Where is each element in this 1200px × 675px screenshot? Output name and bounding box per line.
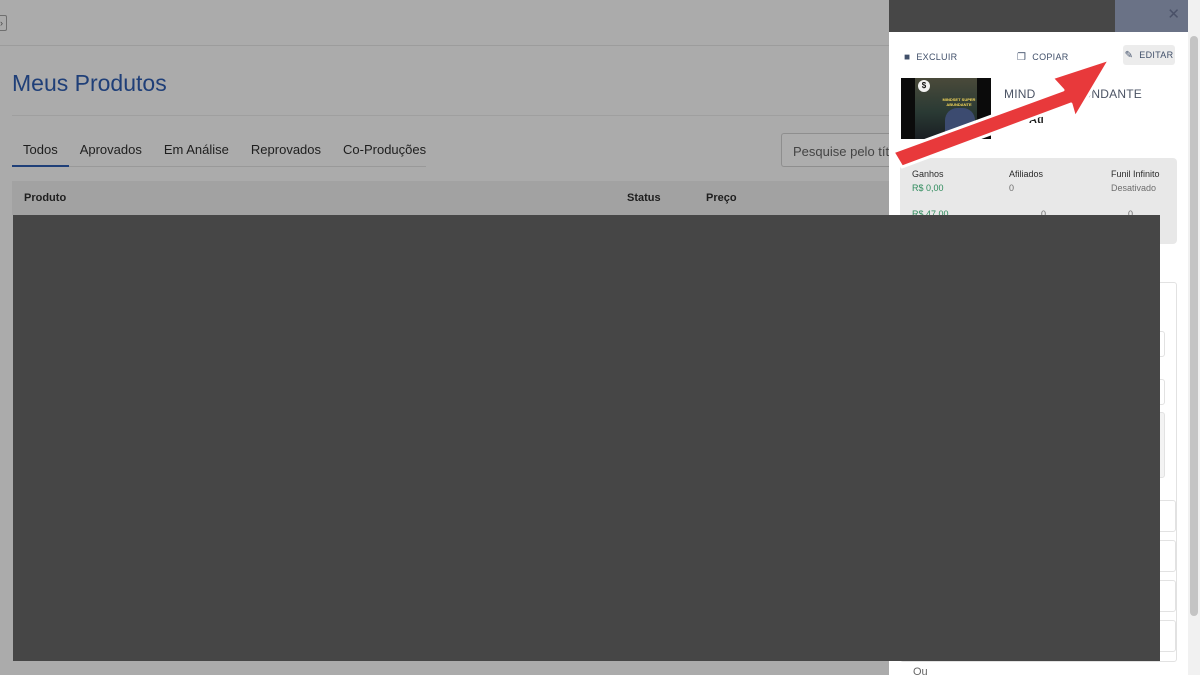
status-indicator-icon [1011,115,1017,125]
edit-label: EDITAR [1139,50,1174,60]
column-header-preco[interactable]: Preço [706,192,737,204]
drawer-footer-text: Ou [913,666,928,675]
column-header-status[interactable]: Status [627,192,661,204]
stat-value-funil: Desativado [1111,183,1157,193]
dollar-badge-icon: $ [918,80,930,92]
product-thumbnail[interactable]: $ MINDSET SUPER ABUNDANTE [901,78,991,139]
trash-icon: ■ [904,51,911,63]
tab-todos[interactable]: Todos [12,133,69,167]
product-tabs: Todos Aprovados Em Análise Reprovados Co… [12,133,426,167]
stat-label-ganhos: Ganhos [912,169,944,179]
stat-label-funil: Funil Infinito [1111,169,1160,179]
column-header-produto[interactable]: Produto [24,192,66,204]
edit-button[interactable]: ✎ EDITAR [1123,45,1175,65]
copy-button[interactable]: ❐ COPIAR [1017,48,1069,66]
thumbnail-figure [945,108,975,139]
pencil-icon: ✎ [1124,49,1134,61]
tab-reprovados[interactable]: Reprovados [240,133,332,167]
delete-label: EXCLUIR [916,52,958,62]
stat-label-afiliados: Afiliados [1009,169,1044,179]
status-badge: Ati [1011,111,1044,129]
close-icon[interactable]: ✕ [1167,7,1180,23]
redacted-area [13,215,1160,661]
top-bar: › [0,0,900,46]
divider [12,115,892,116]
stat-value-afiliados: 0 [1009,183,1015,193]
tab-co-producoes[interactable]: Co-Produções [332,133,437,167]
scrollbar-thumb[interactable] [1190,36,1198,616]
product-name: MIND BUNDANTE [1004,87,1142,101]
copy-icon: ❐ [1017,51,1027,63]
stat-value-ganhos: R$ 0,00 [912,183,944,193]
delete-button[interactable]: ■ EXCLUIR [904,48,957,66]
copy-label: COPIAR [1032,52,1069,62]
drawer-header: ✕ [889,0,1188,32]
tab-em-analise[interactable]: Em Análise [153,133,240,167]
tab-aprovados[interactable]: Aprovados [69,133,153,167]
page-title: Meus Produtos [12,70,167,96]
drawer-scrollbar[interactable] [1188,0,1200,675]
drawer-header-accent: ✕ [1115,0,1188,32]
sidebar-toggle-button[interactable]: › [0,15,7,31]
status-label: Ati [1029,114,1044,126]
thumbnail-text: MINDSET SUPER ABUNDANTE [942,97,976,107]
table-header: Produto Status Preço [12,181,902,215]
